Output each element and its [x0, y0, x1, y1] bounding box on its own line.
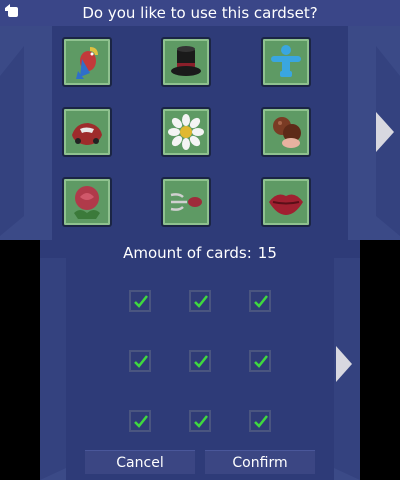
bottom-left-side-panel: [40, 258, 66, 480]
card-person-figure[interactable]: [261, 37, 311, 87]
bottom-left-shading: [40, 258, 66, 480]
card-checkbox-3[interactable]: [249, 290, 271, 312]
lips-icon: [269, 194, 303, 215]
person-figure-icon: [271, 45, 301, 77]
card-lips[interactable]: [261, 177, 311, 227]
card-daisy[interactable]: [161, 107, 211, 157]
confirm-button[interactable]: Confirm: [205, 450, 315, 474]
checkmark-icon: [134, 415, 148, 428]
checkmark-icon: [194, 355, 208, 368]
kiss-wind-icon: [170, 193, 202, 211]
rose-icon: [74, 186, 100, 219]
card-rose[interactable]: [62, 177, 112, 227]
card-checkbox-1[interactable]: [129, 290, 151, 312]
chocolates-icon: [273, 117, 301, 148]
card-kiss-wind[interactable]: [161, 177, 211, 227]
card-checkbox-2[interactable]: [189, 290, 211, 312]
checkmark-icon: [134, 295, 148, 308]
card-top-hat[interactable]: [161, 37, 211, 87]
bottom-screen: Amount of cards: 15 Cancel Confirm: [40, 240, 360, 480]
prompt-text: Do you like to use this cardset?: [82, 4, 318, 22]
checkmark-icon: [254, 355, 268, 368]
checkmark-icon: [254, 295, 268, 308]
card-checkbox-4[interactable]: [129, 350, 151, 372]
card-checkbox-7[interactable]: [129, 410, 151, 432]
checkmark-icon: [194, 295, 208, 308]
left-side-panel: [0, 26, 52, 240]
card-parrot[interactable]: [62, 37, 112, 87]
chevron-right-icon[interactable]: [334, 344, 354, 384]
amount-value: 15: [257, 244, 277, 262]
car-icon: [72, 123, 102, 145]
checkmark-icon: [194, 415, 208, 428]
card-car[interactable]: [62, 107, 112, 157]
card-checkbox-8[interactable]: [189, 410, 211, 432]
card-chocolates[interactable]: [261, 107, 311, 157]
checkmark-icon: [134, 355, 148, 368]
left-panel-shading: [0, 46, 24, 236]
chevron-right-icon[interactable]: [374, 110, 396, 154]
checkmark-icon: [254, 415, 268, 428]
parrot-icon: [76, 47, 98, 79]
card-checkbox-5[interactable]: [189, 350, 211, 372]
cancel-button[interactable]: Cancel: [85, 450, 195, 474]
card-checkbox-9[interactable]: [249, 410, 271, 432]
amount-label: Amount of cards:: [123, 244, 252, 262]
amount-of-cards: Amount of cards: 15: [40, 240, 360, 266]
top-hat-icon: [171, 46, 201, 76]
top-screen: Do you like to use this cardset?: [0, 0, 400, 240]
card-checkbox-6[interactable]: [249, 350, 271, 372]
daisy-icon: [168, 114, 204, 150]
